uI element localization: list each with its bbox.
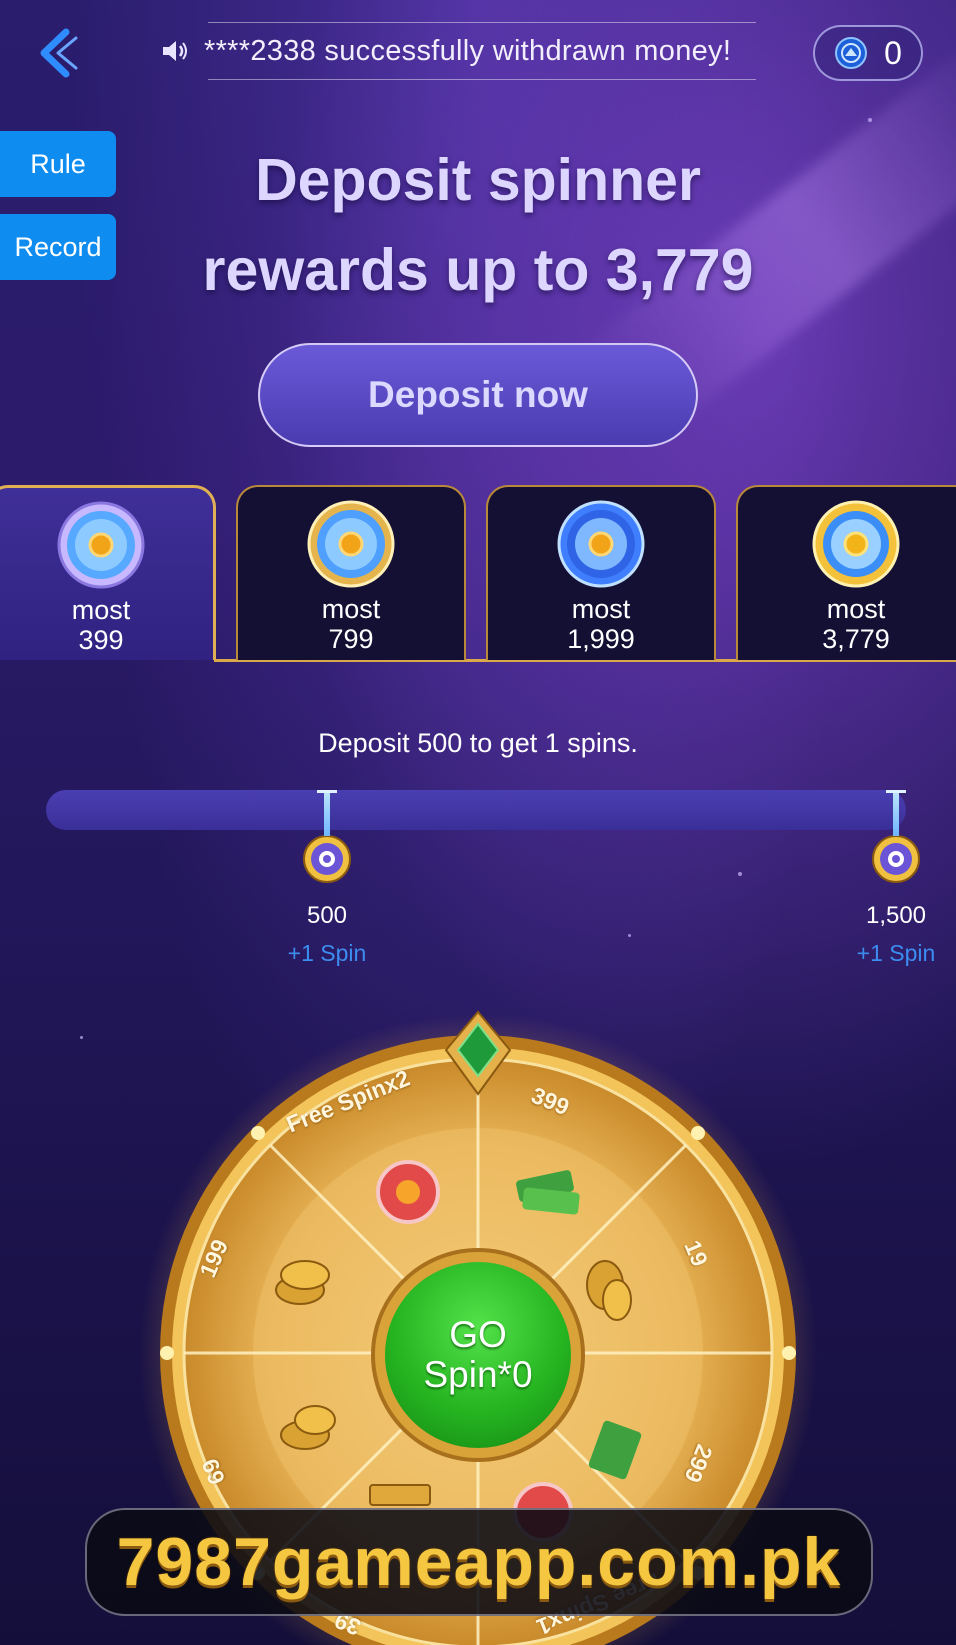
- spin-token-icon: [872, 835, 920, 883]
- tier-card-3779[interactable]: most 3,779: [736, 485, 956, 660]
- deposit-now-button[interactable]: Deposit now: [258, 343, 698, 447]
- tier-card-1999[interactable]: most 1,999: [486, 485, 716, 660]
- tier-card-399[interactable]: most 399: [0, 485, 216, 660]
- star: [738, 872, 742, 876]
- spin-token-icon: [303, 835, 351, 883]
- red-disc-icon: [376, 1160, 440, 1224]
- milestone-pin: [886, 790, 906, 836]
- star: [80, 1036, 83, 1039]
- gold-bars-icon: [369, 1484, 431, 1506]
- ticker-text: ****2338 successfully withdrawn money!: [204, 34, 732, 67]
- star: [628, 934, 631, 937]
- chevron-back-icon[interactable]: [36, 28, 80, 78]
- deposit-spinner-page: ****2338 successfully withdrawn money! 0…: [0, 0, 956, 1645]
- milestone-pin: [317, 790, 337, 836]
- balance-value: 0: [884, 34, 902, 71]
- spin-requirement-text: Deposit 500 to get 1 spins.: [318, 728, 638, 758]
- speaker-icon: [163, 41, 187, 61]
- go-spin-button[interactable]: GO Spin*0: [385, 1262, 571, 1448]
- balance-badge[interactable]: 0: [813, 25, 923, 81]
- promo-subtitle: rewards up to 3,779: [202, 237, 754, 303]
- promo-title: Deposit spinner: [255, 147, 701, 213]
- tier-card-799[interactable]: most 799: [236, 485, 466, 660]
- wheel-disc-icon: [307, 500, 395, 588]
- coin-icon: [835, 37, 868, 69]
- milestone-1500: 1,500 +1 Spin: [836, 790, 956, 967]
- wheel-disc-icon: [557, 500, 645, 588]
- wheel-pointer-icon: [444, 1010, 512, 1096]
- announcement-ticker: ****2338 successfully withdrawn money!: [160, 22, 756, 80]
- gold-coins-icon: [275, 1260, 330, 1305]
- wheel-disc-icon: [57, 501, 145, 589]
- milestone-500: 500 +1 Spin: [267, 790, 387, 967]
- deposit-progress-bar: [46, 790, 906, 830]
- wheel-disc-icon: [812, 500, 900, 588]
- star: [868, 118, 872, 122]
- site-watermark: 7987gameapp.com.pk: [85, 1508, 873, 1616]
- tier-selector: most 399 most 799 most 1,999 most 3,779: [0, 485, 956, 663]
